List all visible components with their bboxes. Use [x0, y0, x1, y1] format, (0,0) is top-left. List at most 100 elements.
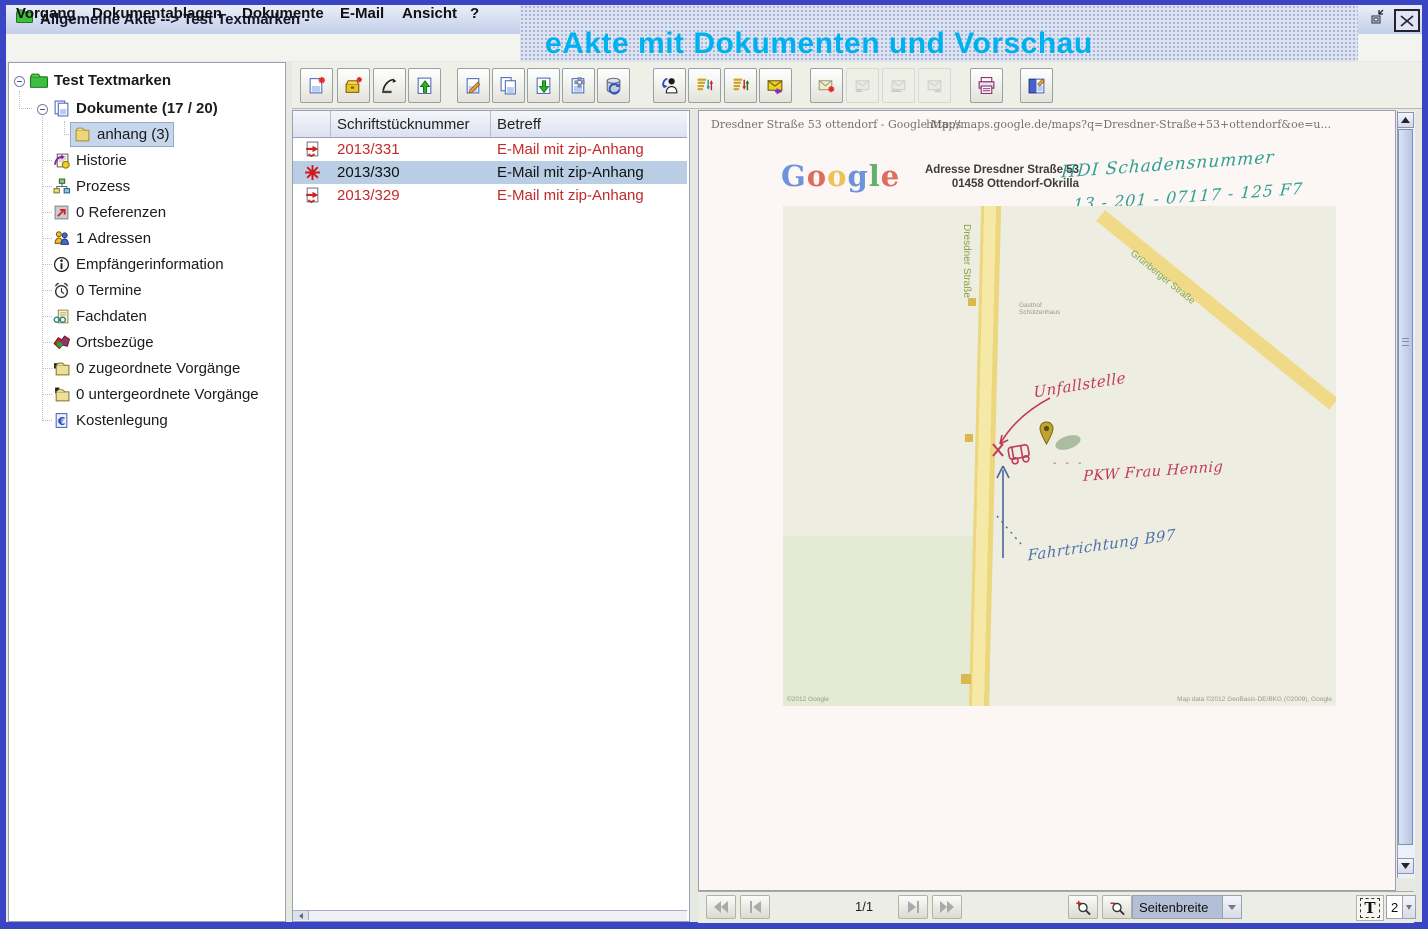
tree-node-untergeordnete-vorgaenge[interactable]: 0 untergeordnete Vorgänge	[53, 383, 259, 406]
appointments-icon	[53, 282, 70, 299]
tree-node-label: 0 untergeordnete Vorgänge	[76, 386, 259, 403]
scroll-down-icon[interactable]	[1397, 858, 1414, 874]
menu-dokumente[interactable]: Dokumente	[242, 5, 324, 22]
tree-node-label: anhang (3)	[97, 126, 170, 143]
header-icon-column[interactable]	[293, 111, 331, 137]
table-row[interactable]: 2013/329 E-Mail mit zip-Anhang	[293, 184, 687, 207]
import-document-icon[interactable]	[408, 68, 441, 103]
document-subject: E-Mail mit zip-Anhang	[491, 187, 687, 204]
menu-ansicht[interactable]: Ansicht	[402, 5, 457, 22]
tree-node-referenzen[interactable]: 0 Referenzen	[53, 201, 166, 224]
menu-help[interactable]: ?	[470, 5, 479, 22]
preview-toolbar	[698, 891, 1414, 923]
tree-connector	[19, 91, 20, 109]
restore-window-icon[interactable]	[1368, 9, 1385, 24]
zoom-level-select[interactable]: 2	[1386, 895, 1416, 919]
new-folder-icon[interactable]	[337, 68, 370, 103]
document-subject: E-Mail mit zip-Anhang	[491, 141, 687, 158]
table-row[interactable]: 2013/331 E-Mail mit zip-Anhang	[293, 138, 687, 161]
zoom-in-icon[interactable]	[1068, 895, 1098, 919]
zoom-out-icon[interactable]	[1102, 895, 1132, 919]
page-width-select[interactable]: Seitenbreite	[1132, 895, 1242, 919]
page-banner: eAkte mit Dokumenten und Vorschau	[545, 27, 1093, 61]
tree-expand-handle[interactable]	[14, 76, 25, 87]
reply-mail-icon	[846, 68, 879, 103]
new-document-icon[interactable]	[300, 68, 333, 103]
tree-node-fachdaten[interactable]: Fachdaten	[53, 305, 147, 328]
tree-connector	[42, 420, 52, 421]
map-green-area	[783, 536, 990, 706]
preview-pane-icon[interactable]	[1020, 68, 1053, 103]
map-road-label-vertical: Dresdner Straße	[961, 224, 972, 298]
sort-ascending-icon[interactable]	[724, 68, 757, 103]
recipient-info-icon	[53, 256, 70, 273]
handwriting-pkw: PKW Frau Hennig	[1083, 459, 1224, 485]
sub-cases-icon	[53, 386, 70, 403]
scan-address-line1: Adresse Dresdner Straße 53	[889, 163, 1079, 177]
tree-node-anhang[interactable]: anhang (3)	[71, 123, 173, 146]
map-image: Dresdner Straße Grünberger Straße Gastho…	[783, 206, 1336, 706]
reply-all-mail-icon	[882, 68, 915, 103]
tree-connector	[42, 238, 52, 239]
assign-user-icon[interactable]	[653, 68, 686, 103]
tree-connector	[42, 368, 52, 369]
handwriting-claim-title: HDI Schadensnummer	[1061, 147, 1276, 182]
tree-node-empfaengerinformation[interactable]: Empfängerinformation	[53, 253, 224, 276]
new-mail-icon[interactable]	[810, 68, 843, 103]
scan-address-block: Adresse Dresdner Straße 53 01458 Ottendo…	[889, 163, 1079, 191]
refresh-database-icon[interactable]	[597, 68, 630, 103]
tree-node-historie[interactable]: Historie	[53, 149, 127, 172]
map-copyright-left: ©2012 Google	[787, 696, 829, 703]
page-indicator: 1/1	[855, 899, 873, 914]
sign-document-icon[interactable]	[373, 68, 406, 103]
locations-icon	[53, 334, 70, 351]
tree-node-ortsbezuege[interactable]: Ortsbezüge	[53, 331, 154, 354]
tree-connector	[42, 264, 52, 265]
tree-node-dokumente[interactable]: Dokumente (17 / 20)	[53, 97, 218, 120]
scan-document-title: Dresdner Straße 53 ottendorf - Google Ma…	[711, 118, 961, 131]
send-mail-icon[interactable]	[759, 68, 792, 103]
header-betreff[interactable]: Betreff	[491, 111, 687, 137]
horizontal-scrollbar[interactable]	[293, 910, 687, 921]
header-schriftstuecknummer[interactable]: Schriftstücknummer	[331, 111, 491, 137]
scrollbar-thumb[interactable]	[1398, 129, 1413, 845]
menu-dokumentablagen[interactable]: Dokumentablagen	[92, 5, 222, 22]
table-row-selected[interactable]: 2013/330 E-Mail mit zip-Anhang	[293, 161, 687, 184]
tree-node-adressen[interactable]: 1 Adressen	[53, 227, 151, 250]
menu-email[interactable]: E-Mail	[340, 5, 384, 22]
tree-node-label: Dokumente (17 / 20)	[76, 100, 218, 117]
document-number: 2013/331	[331, 141, 491, 158]
tree-connector	[42, 109, 43, 421]
scroll-left-icon[interactable]	[293, 911, 309, 920]
scroll-up-icon[interactable]	[1397, 112, 1414, 128]
tree-node-zugeordnete-vorgaenge[interactable]: 0 zugeordnete Vorgänge	[53, 357, 240, 380]
sort-descending-icon[interactable]	[688, 68, 721, 103]
first-page-icon	[706, 895, 736, 919]
tree-connector	[42, 394, 52, 395]
tree-connector	[42, 186, 52, 187]
dropdown-arrow-icon[interactable]	[1402, 896, 1415, 918]
tree-node-label: Kostenlegung	[76, 412, 168, 429]
tree-node-kostenlegung[interactable]: € Kostenlegung	[53, 409, 168, 432]
menu-vorgang[interactable]: Vorgang	[16, 5, 76, 22]
scan-document-icon[interactable]	[562, 68, 595, 103]
tree-connector	[42, 290, 52, 291]
document-subject: E-Mail mit zip-Anhang	[491, 164, 687, 181]
document-number: 2013/330	[331, 164, 491, 181]
tree-connector	[42, 316, 52, 317]
application-window: Allgemeine Akte --> Test Textmarken - Vo…	[0, 0, 1428, 929]
export-document-icon[interactable]	[527, 68, 560, 103]
print-icon[interactable]	[970, 68, 1003, 103]
copy-document-icon[interactable]	[492, 68, 525, 103]
list-header: Schriftstücknummer Betreff	[293, 111, 687, 138]
tree-expand-handle[interactable]	[37, 104, 48, 115]
edit-document-icon[interactable]	[457, 68, 490, 103]
close-window-icon[interactable]	[1394, 9, 1420, 32]
tree-node-termine[interactable]: 0 Termine	[53, 279, 142, 302]
tree-node-root[interactable]: Test Textmarken	[30, 69, 171, 92]
dropdown-arrow-icon[interactable]	[1222, 896, 1241, 918]
tree-node-prozess[interactable]: Prozess	[53, 175, 130, 198]
scan-document-url: http://maps.google.de/maps?q=Dresdner-St…	[926, 118, 1331, 131]
yellow-folder-icon	[74, 126, 91, 143]
text-size-icon[interactable]: T	[1356, 895, 1384, 921]
